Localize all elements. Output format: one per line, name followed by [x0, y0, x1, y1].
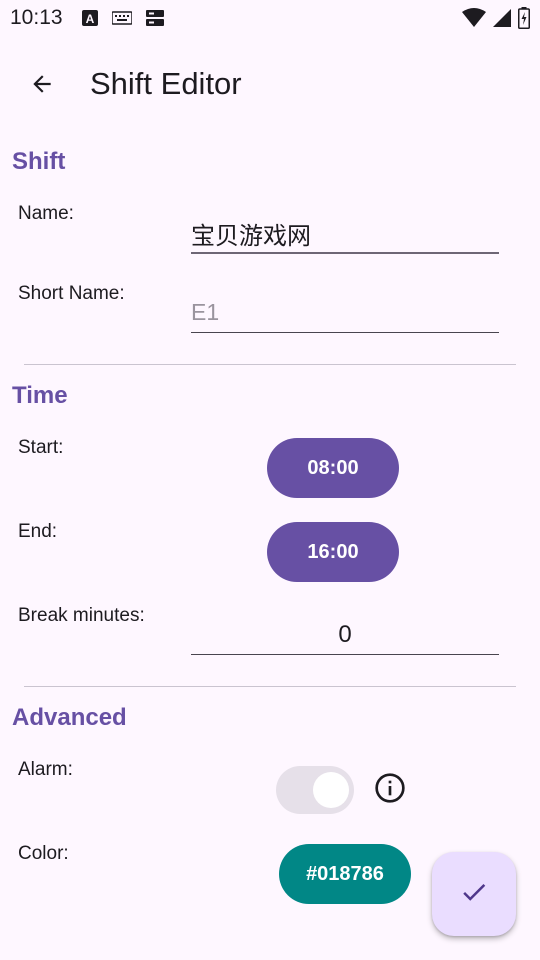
end-label: End:	[18, 521, 58, 542]
translate-a-icon: A	[82, 10, 98, 31]
section-header-advanced: Advanced	[12, 704, 127, 731]
color-picker-button[interactable]: #018786	[279, 844, 411, 904]
alarm-switch[interactable]	[276, 766, 354, 814]
divider	[24, 686, 516, 687]
status-right-icons	[462, 7, 530, 34]
keyboard-icon	[111, 11, 133, 30]
wifi-icon	[462, 8, 486, 33]
name-input[interactable]: 宝贝游戏网	[191, 214, 499, 254]
short-name-input[interactable]: E1	[191, 293, 499, 333]
back-button[interactable]	[20, 64, 64, 108]
save-fab[interactable]	[432, 852, 516, 936]
short-name-label: Short Name:	[18, 283, 125, 304]
alarm-label: Alarm:	[18, 759, 73, 780]
info-icon	[374, 772, 406, 809]
cell-signal-icon	[492, 8, 512, 33]
section-header-time: Time	[12, 382, 68, 409]
page-title: Shift Editor	[90, 66, 242, 101]
break-minutes-value: 0	[338, 620, 352, 648]
check-icon	[459, 877, 489, 912]
status-left-icons: A	[82, 9, 164, 32]
svg-text:A: A	[86, 12, 95, 26]
end-time-button[interactable]: 16:00	[267, 522, 399, 582]
color-label: Color:	[18, 843, 69, 864]
break-minutes-label: Break minutes:	[18, 605, 145, 626]
name-input-value: 宝贝游戏网	[191, 222, 311, 250]
name-label: Name:	[18, 203, 74, 224]
start-time-button[interactable]: 08:00	[267, 438, 399, 498]
arrow-back-icon	[29, 71, 55, 102]
storage-icon	[146, 9, 164, 32]
short-name-placeholder: E1	[191, 299, 220, 325]
alarm-switch-thumb	[313, 772, 349, 808]
break-minutes-input[interactable]: 0	[191, 615, 499, 655]
alarm-info-button[interactable]	[370, 770, 410, 810]
start-label: Start:	[18, 437, 64, 458]
section-header-shift: Shift	[12, 148, 66, 175]
battery-charging-icon	[518, 7, 530, 34]
divider	[24, 364, 516, 365]
status-time: 10:13	[10, 6, 63, 29]
